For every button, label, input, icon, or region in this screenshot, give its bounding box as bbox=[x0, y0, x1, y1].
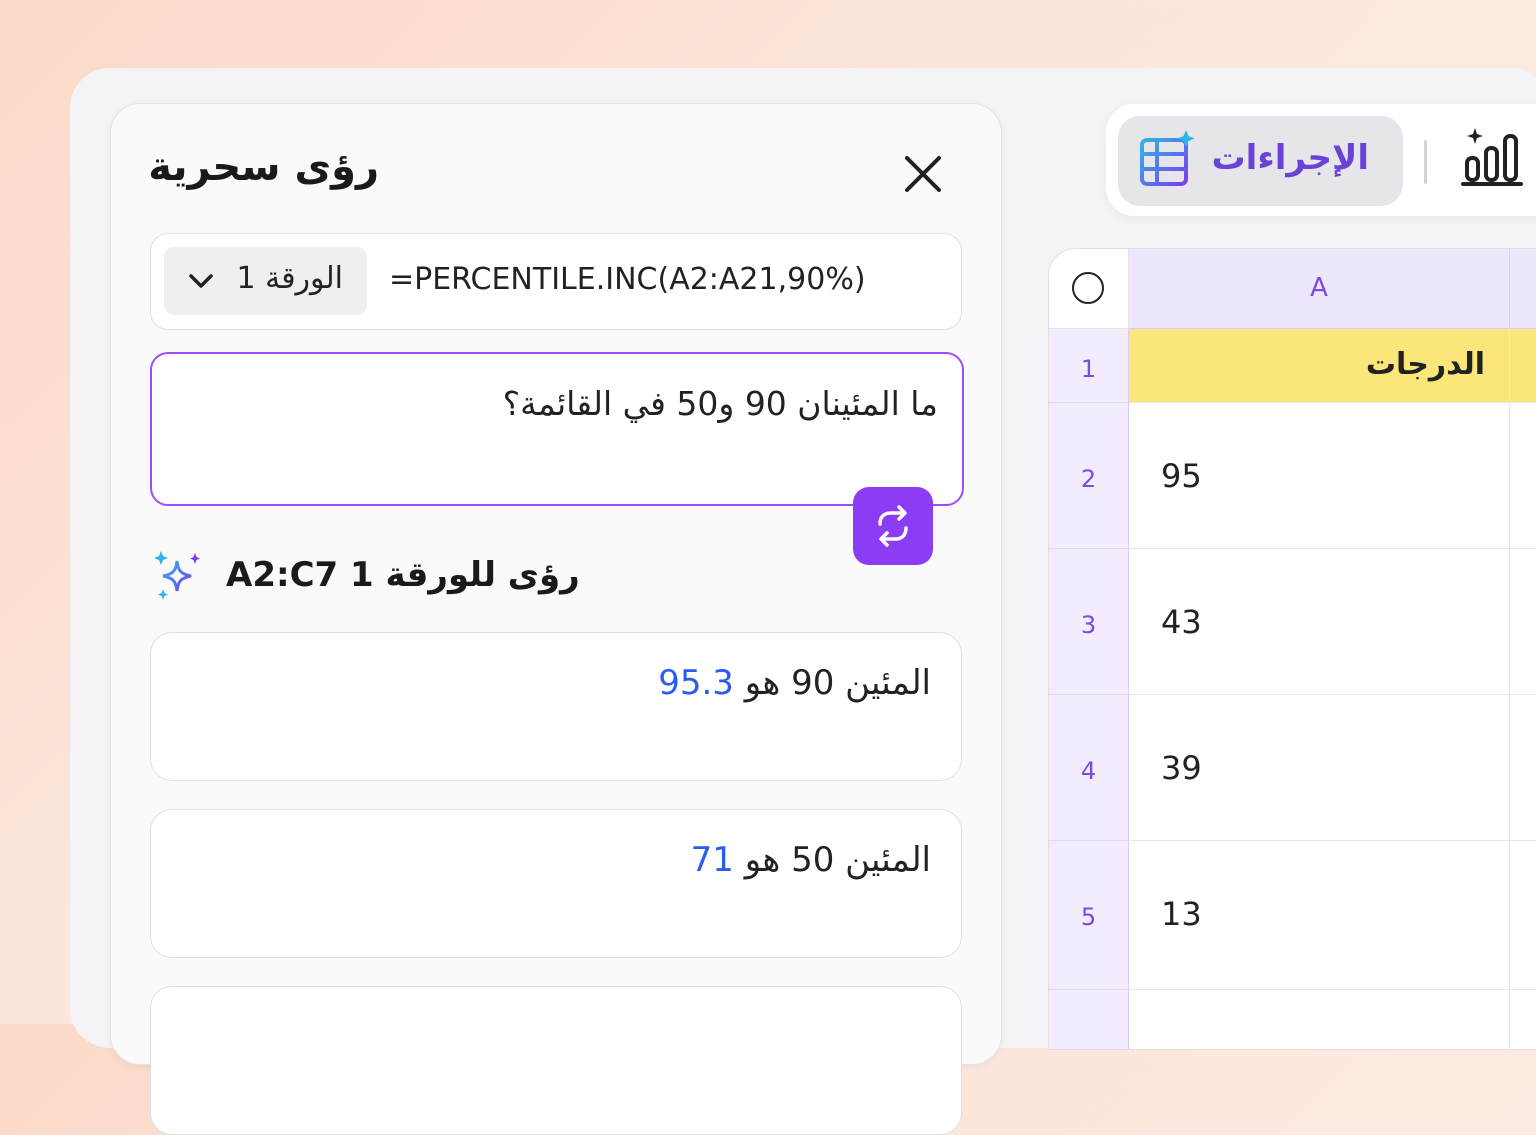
close-button[interactable] bbox=[901, 152, 945, 196]
formula-bar[interactable]: الورقة 1 =PERCENTILE.INC(A2:A21,90%) bbox=[150, 233, 962, 330]
question-text: ما المئينان 90 و50 في القائمة؟ bbox=[502, 384, 938, 423]
table-sparkle-icon bbox=[1140, 130, 1195, 186]
row-header[interactable] bbox=[1049, 990, 1129, 1049]
sheet-select-label: الورقة 1 bbox=[236, 261, 343, 296]
sheet-select-dropdown[interactable]: الورقة 1 bbox=[164, 247, 367, 315]
regenerate-button[interactable] bbox=[853, 487, 933, 565]
row-number: 5 bbox=[1080, 903, 1097, 931]
actions-button[interactable]: الإجراءات bbox=[1118, 116, 1403, 206]
magic-insights-panel: رؤى سحرية الورقة 1 =PERCENTILE.INC(A2:A2… bbox=[110, 103, 1002, 1135]
column-header-b[interactable] bbox=[1510, 249, 1536, 329]
sparkle-icon bbox=[154, 551, 200, 600]
result-value: 71 bbox=[690, 840, 734, 880]
result-card[interactable]: المئين 90 هو 95.3 bbox=[150, 632, 962, 781]
row-header[interactable]: 1 bbox=[1049, 329, 1129, 403]
actions-label: الإجراءات bbox=[1211, 138, 1369, 178]
close-icon bbox=[905, 156, 941, 192]
chart-insights-button[interactable] bbox=[1461, 124, 1525, 188]
cell[interactable]: 39 bbox=[1129, 695, 1510, 841]
cell-value: الدرجات bbox=[1365, 347, 1485, 382]
spreadsheet: A 1 الدرجات 2 95 3 43 4 39 5 13 bbox=[1048, 248, 1536, 1050]
row-number: 1 bbox=[1080, 355, 1097, 383]
result-card[interactable]: المئين 50 هو 71 bbox=[150, 809, 962, 958]
cell[interactable] bbox=[1510, 329, 1536, 403]
select-all-circle-icon[interactable] bbox=[1072, 272, 1104, 304]
insights-title: رؤى للورقة 1 A2:C7 bbox=[226, 555, 580, 595]
cell-value: 13 bbox=[1161, 895, 1202, 933]
row-header[interactable]: 4 bbox=[1049, 695, 1129, 841]
cell[interactable]: 95 bbox=[1129, 403, 1510, 549]
cell[interactable] bbox=[1510, 549, 1536, 695]
result-line: المئين 90 هو 95.3 bbox=[658, 663, 931, 703]
result-value: 95.3 bbox=[658, 663, 734, 703]
toolbar-divider bbox=[1424, 140, 1427, 184]
cell[interactable] bbox=[1129, 990, 1510, 1049]
cell[interactable]: 13 bbox=[1129, 841, 1510, 990]
panel-title: رؤى سحرية bbox=[148, 144, 379, 190]
cell[interactable]: 43 bbox=[1129, 549, 1510, 695]
chevron-down-icon bbox=[189, 274, 213, 288]
header-cell[interactable]: الدرجات bbox=[1129, 329, 1510, 403]
formula-text[interactable]: =PERCENTILE.INC(A2:A21,90%) bbox=[389, 262, 866, 297]
cell-value: 39 bbox=[1161, 749, 1202, 787]
column-header-a[interactable]: A bbox=[1129, 249, 1510, 329]
insights-header: رؤى للورقة 1 A2:C7 bbox=[151, 549, 580, 609]
chart-sparkle-icon bbox=[1461, 128, 1523, 186]
row-number: 4 bbox=[1080, 757, 1097, 785]
result-line: المئين 50 هو 71 bbox=[691, 840, 931, 880]
cell[interactable] bbox=[1510, 403, 1536, 549]
result-card-empty[interactable] bbox=[150, 986, 962, 1135]
question-input[interactable]: ما المئينان 90 و50 في القائمة؟ bbox=[150, 352, 964, 506]
cell[interactable] bbox=[1510, 695, 1536, 841]
select-all-corner[interactable] bbox=[1049, 249, 1129, 329]
cell-value: 43 bbox=[1161, 603, 1202, 641]
result-label: المئين 50 هو bbox=[744, 840, 931, 880]
cell-value: 95 bbox=[1161, 457, 1202, 495]
toolbar: الإجراءات bbox=[1106, 104, 1536, 216]
row-header[interactable]: 3 bbox=[1049, 549, 1129, 695]
row-number: 3 bbox=[1080, 611, 1097, 639]
cell[interactable] bbox=[1510, 841, 1536, 990]
row-number: 2 bbox=[1080, 465, 1097, 493]
row-header[interactable]: 2 bbox=[1049, 403, 1129, 549]
row-header[interactable]: 5 bbox=[1049, 841, 1129, 990]
refresh-icon bbox=[878, 505, 908, 547]
column-label: A bbox=[1310, 273, 1328, 303]
result-label: المئين 90 هو bbox=[744, 663, 931, 703]
